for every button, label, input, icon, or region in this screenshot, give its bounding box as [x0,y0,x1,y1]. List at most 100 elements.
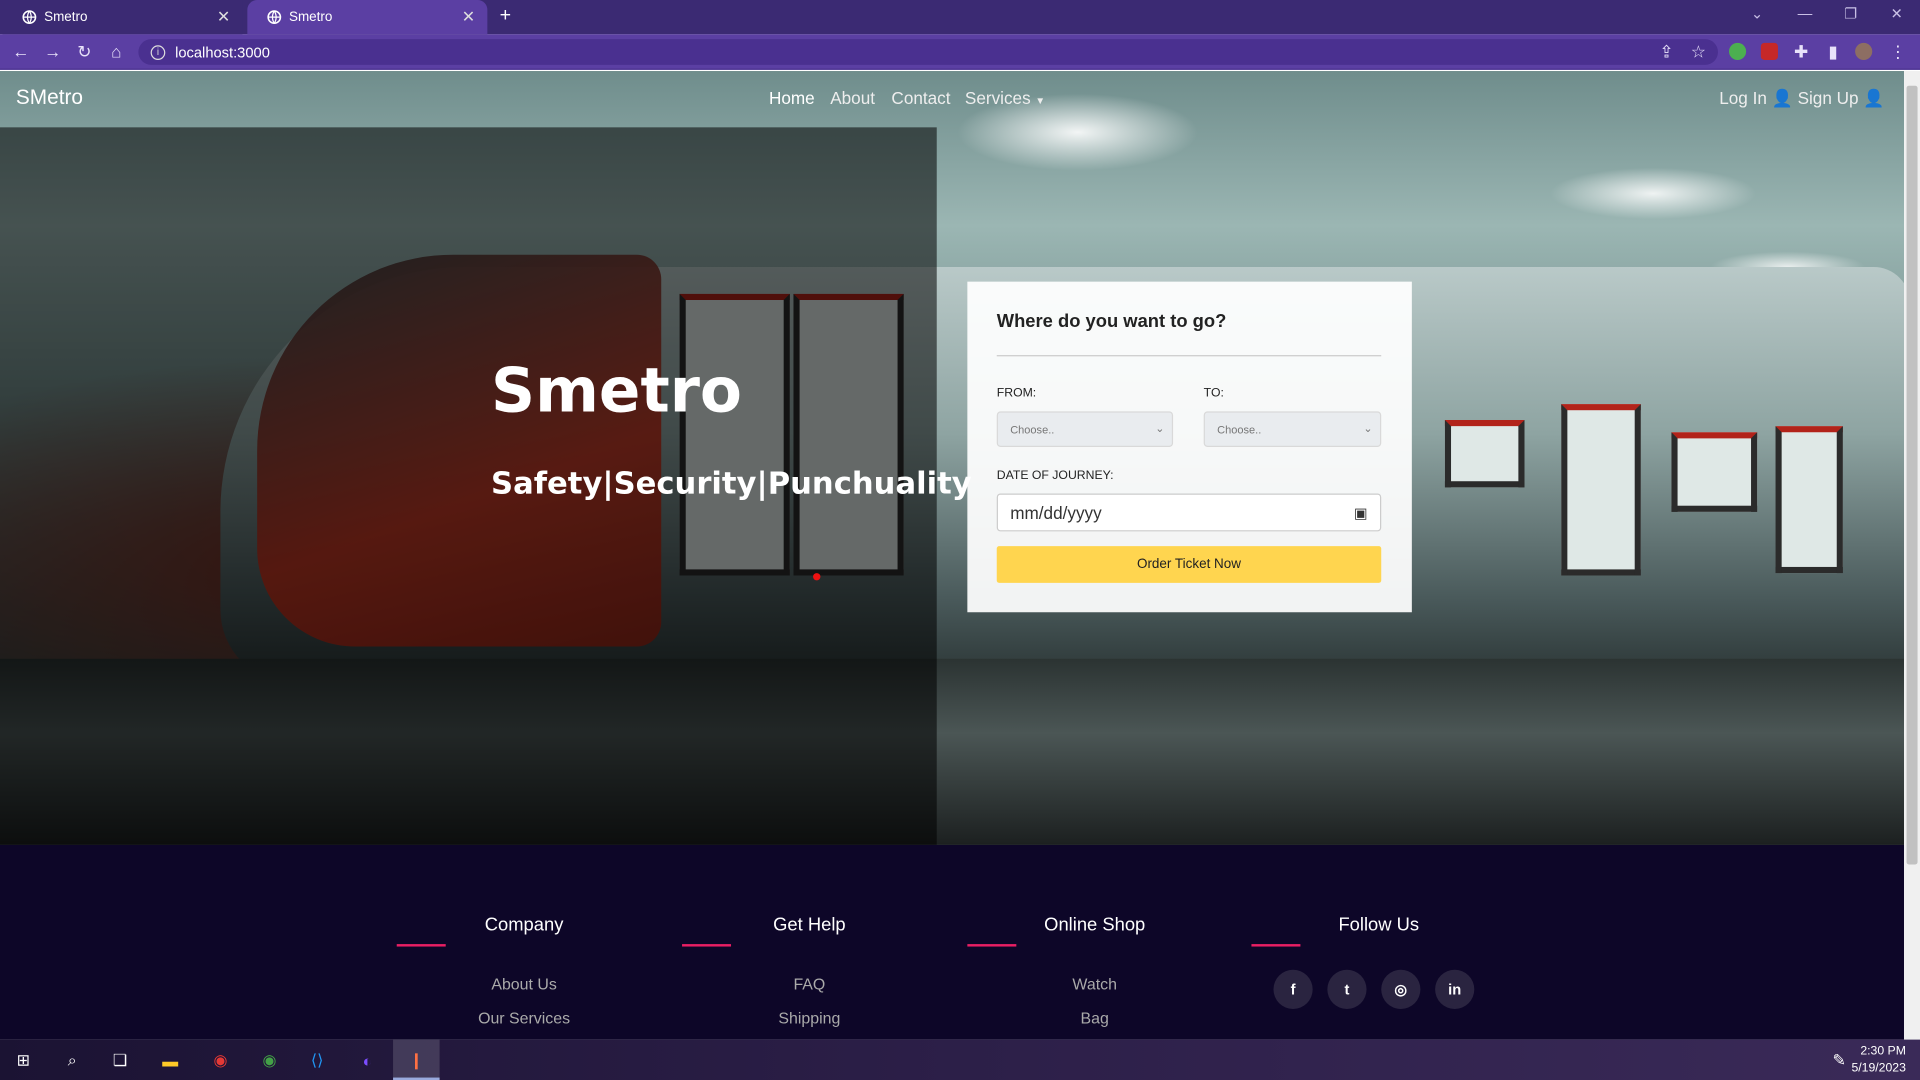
footer-heading-help: Get Help [773,914,846,936]
nav-home[interactable]: Home [769,88,815,108]
forward-icon[interactable]: → [42,40,64,62]
login-label: Log In [1719,88,1767,108]
facebook-icon[interactable]: f [1273,969,1313,1009]
chrome-icon[interactable]: ◉ [257,1048,281,1072]
browser-tab[interactable]: Smetro ✕ [2,0,243,35]
brand-logo[interactable]: SMetro [16,86,83,110]
browser-tab-active[interactable]: Smetro ✕ [247,0,488,35]
system-clock[interactable]: 2:30 PM 5/19/2023 [1851,1043,1905,1077]
vscode-icon[interactable]: ⟨⟩ [305,1048,329,1072]
browser-tab-strip: Smetro ✕ Smetro ✕ + ⌄ — ❐ ✕ [0,0,1920,35]
footer-heading-shop: Online Shop [1044,914,1146,936]
windows-taskbar [0,1039,1920,1080]
nav-services-label: Services [964,88,1031,108]
footer-heading-follow: Follow Us [1338,914,1420,936]
pen-icon[interactable]: ✎ [1827,1048,1851,1072]
site-navbar: SMetro Home About Contact Services ▼ Log… [0,71,1904,127]
instagram-icon[interactable]: ◎ [1381,969,1421,1009]
caret-down-icon: ▼ [1035,95,1046,107]
footer-link-watch[interactable]: Watch [972,975,1217,993]
globe-icon [22,10,37,25]
to-label: TO: [1203,386,1224,401]
calendar-icon[interactable]: ▣ [1354,504,1368,521]
form-divider [996,355,1382,357]
heading-underline [967,944,1017,947]
nav-contact[interactable]: Contact [891,88,950,108]
signup-link[interactable]: Sign Up 👤 [1798,88,1885,109]
share-icon[interactable]: ⇪ [1656,40,1678,62]
home-icon[interactable]: ⌂ [105,40,127,62]
footer-link-faq[interactable]: FAQ [687,975,932,993]
hero-tagline: Safety|Security|Punchuality [491,465,972,501]
carousel-indicator[interactable] [813,573,821,581]
heading-underline [396,944,446,947]
from-select-value: Choose.. [1010,423,1055,436]
heading-underline [1251,944,1301,947]
nav-about[interactable]: About [830,88,875,108]
train-door [1561,404,1641,576]
globe-icon [267,10,282,25]
address-bar[interactable]: i localhost:3000 [138,39,1718,65]
back-icon[interactable]: ← [10,40,32,62]
task-view-icon[interactable]: ❏ [108,1048,132,1072]
date-input[interactable]: mm/dd/yyyy ▣ [996,493,1382,532]
tab-title: Smetro [288,9,333,25]
from-select[interactable]: Choose.. ⌄ [996,411,1174,447]
footer-link-services[interactable]: Our Services [402,1009,647,1027]
close-tab-icon[interactable]: ✕ [462,7,475,27]
menu-kebab-icon[interactable]: ⋮ [1887,40,1909,62]
footer-link-bag[interactable]: Bag [972,1009,1217,1027]
minimize-icon[interactable]: — [1798,5,1813,22]
train-door [1775,426,1843,574]
url-text: localhost:3000 [175,43,270,61]
file-explorer-icon[interactable]: ▬ [158,1048,182,1072]
user-icon: 👤 [1771,88,1793,108]
heading-underline [682,944,732,947]
chevron-down-icon: ⌄ [1155,422,1165,435]
train-window [1671,432,1758,512]
tab-search-icon[interactable]: ⌄ [1751,5,1763,22]
messenger-icon[interactable]: ◐ [355,1048,379,1072]
tab-title: Smetro [44,9,88,25]
web-page: SMetro Home About Contact Services ▼ Log… [0,71,1905,1040]
close-window-icon[interactable]: ✕ [1891,5,1903,22]
from-label: FROM: [996,386,1037,401]
site-info-icon[interactable]: i [150,44,166,60]
chrome-icon[interactable]: ◉ [208,1048,232,1072]
booking-form: Where do you want to go? FROM: TO: Choos… [967,281,1412,613]
to-select-value: Choose.. [1217,423,1262,436]
order-ticket-button[interactable]: Order Ticket Now [996,546,1382,583]
chevron-down-icon: ⌄ [1363,422,1373,435]
form-heading: Where do you want to go? [996,311,1227,332]
nav-services-dropdown[interactable]: Services ▼ [965,88,1045,108]
hero-section: SMetro Home About Contact Services ▼ Log… [0,71,1905,845]
site-footer: Company About Us Our Services Get Help F… [0,844,1905,1040]
profile-avatar[interactable] [1855,42,1873,61]
train-window [1444,420,1525,488]
linkedin-icon[interactable]: in [1435,969,1475,1009]
user-plus-icon: 👤 [1863,88,1885,108]
footer-link-about[interactable]: About Us [402,975,647,993]
side-panel-icon[interactable]: ▮ [1822,40,1844,62]
ublock-icon[interactable] [1760,42,1778,61]
windows-start-icon[interactable]: ⊞ [11,1048,35,1072]
to-select[interactable]: Choose.. ⌄ [1203,411,1382,447]
close-tab-icon[interactable]: ✕ [217,7,230,27]
bookmark-star-icon[interactable]: ☆ [1687,40,1709,62]
signup-label: Sign Up [1797,88,1859,108]
date-placeholder: mm/dd/yyyy [1010,502,1102,523]
clock-time: 2:30 PM [1860,1044,1906,1058]
extensions-puzzle-icon[interactable]: ✚ [1790,40,1812,62]
scrollbar-thumb[interactable] [1906,85,1918,865]
reload-icon[interactable]: ↻ [73,40,95,62]
login-link[interactable]: Log In 👤 [1719,88,1793,109]
search-icon[interactable]: ⌕ [60,1048,84,1072]
twitter-icon[interactable]: t [1327,969,1367,1009]
new-tab-button[interactable]: + [500,5,511,27]
footer-heading-company: Company [484,914,564,936]
hero-title: Smetro [491,355,742,427]
footer-link-shipping[interactable]: Shipping [687,1009,932,1027]
extension-icon[interactable] [1728,42,1747,61]
app-icon[interactable]: ❙ [404,1048,428,1072]
restore-icon[interactable]: ❐ [1844,5,1857,22]
